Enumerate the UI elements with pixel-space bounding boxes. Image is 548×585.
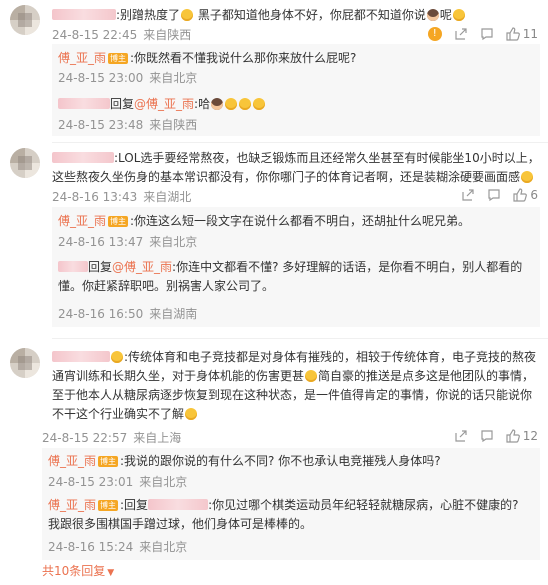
reply-item: 傅_亚_雨 博主:你连这么短一段文字在说什么都看不明白，还胡扯什么呢兄弟。	[58, 214, 471, 228]
reply-meta: 24-8-15 23:48 来自陕西	[58, 118, 198, 132]
chevron-down-icon: ▼	[107, 568, 115, 578]
comment-thread: :别蹭热度了 黑子都知道他身体不好，你屁都不知道你说呢 24-8-15 22:4…	[0, 0, 548, 142]
comment-meta: 24-8-16 13:43 来自湖北	[52, 190, 192, 204]
grin-emoji	[225, 98, 238, 110]
comment-meta: 24-8-15 22:45 来自陕西	[52, 28, 192, 42]
reply-item: 回复@傅_亚_雨:你连中文都看不懂? 多好理解的话语，是你看不明白，别人都看的懂…	[58, 260, 523, 293]
reply-meta: 24-8-16 16:50 来自湖南	[58, 307, 198, 321]
comment-button[interactable]	[480, 27, 494, 41]
share-button[interactable]	[461, 188, 475, 202]
comment-actions: 6	[449, 188, 538, 202]
avatar[interactable]	[10, 348, 40, 378]
reply-username[interactable]: 傅_亚_雨	[58, 214, 106, 228]
mention-link[interactable]: @傅_亚_雨	[112, 260, 172, 274]
comment-text: :LOL选手要经常熬夜，也缺乏锻炼而且还经常久坐甚至有时候能坐10小时以上，这些…	[52, 151, 540, 184]
reply-item: 傅_亚_雨 博主:回复:你见过哪个棋类运动员年纪轻轻就糖尿病，心脏不健康的? 我跟…	[48, 498, 519, 531]
grin-emoji	[181, 9, 194, 21]
avatar[interactable]	[10, 5, 40, 35]
fire-emoji	[111, 351, 123, 363]
like-button[interactable]: 11	[506, 27, 538, 41]
reply-username[interactable]: 傅_亚_雨	[48, 454, 96, 468]
share-icon	[455, 430, 467, 442]
blogger-badge: 博主	[98, 500, 119, 511]
comment-actions: ! 11	[416, 27, 538, 41]
username-redacted[interactable]	[52, 9, 116, 20]
blogger-badge: 博主	[98, 456, 119, 467]
thumbs-up-icon	[506, 429, 520, 443]
reply-meta: 24-8-16 13:47 来自北京	[58, 235, 198, 249]
comment-icon	[488, 189, 500, 202]
girl-emoji	[426, 9, 439, 21]
comment-thread: :传统体育和电子竞技都是对身体有摧残的，相较于传统体育，电子竞技的熬夜通宵训练和…	[0, 340, 548, 585]
reply-item: 回复@傅_亚_雨:哈	[58, 95, 534, 114]
grin-emoji	[253, 98, 266, 110]
like-button[interactable]: 6	[513, 188, 538, 202]
more-replies-link[interactable]: 共10条回复 ▼	[42, 562, 114, 579]
grin-emoji	[521, 171, 534, 183]
thumbs-up-icon	[506, 27, 520, 41]
comment-text: :传统体育和电子竞技都是对身体有摧残的，相较于传统体育，电子竞技的熬夜通宵训练和…	[52, 350, 537, 421]
reply-meta: 24-8-16 15:24 来自北京	[48, 540, 188, 554]
mention-link[interactable]: @傅_亚_雨	[134, 97, 194, 111]
grin-emoji	[452, 9, 465, 21]
like-button[interactable]: 12	[506, 429, 538, 443]
comment-button[interactable]	[480, 429, 494, 443]
reply-username[interactable]: 傅_亚_雨	[48, 498, 96, 512]
username-redacted[interactable]	[52, 152, 114, 163]
report-icon: !	[427, 27, 442, 41]
comment-thread: :LOL选手要经常熬夜，也缺乏锻炼而且还经常久坐甚至有时候能坐10小时以上，这些…	[0, 143, 548, 338]
avatar[interactable]	[10, 148, 40, 178]
blogger-badge: 博主	[108, 216, 129, 227]
smile-emoji	[305, 370, 318, 382]
comment-icon	[481, 28, 493, 41]
username-redacted[interactable]	[148, 499, 209, 510]
reply-box: 傅_亚_雨 博主:我说的跟你说的有什么不同? 你不也承认电竞摧残人身体吗? 24-…	[42, 448, 540, 560]
username-redacted[interactable]	[52, 351, 110, 362]
reply-box: 傅_亚_雨 博主:你连这么短一段文字在说什么都看不明白，还胡扯什么呢兄弟。 24-…	[52, 207, 540, 327]
comment-meta: 24-8-15 22:57 来自上海	[42, 431, 182, 445]
comment-button[interactable]	[487, 188, 501, 202]
report-button[interactable]: !	[427, 27, 442, 41]
share-button[interactable]	[454, 27, 468, 41]
share-icon	[462, 189, 474, 201]
doge-emoji	[185, 408, 198, 420]
comment-icon	[481, 430, 493, 443]
girl-emoji	[211, 98, 224, 110]
comment-text: :别蹭热度了 黑子都知道他身体不好，你屁都不知道你说呢	[52, 6, 540, 25]
username-redacted[interactable]	[58, 261, 88, 272]
divider	[52, 338, 548, 339]
share-button[interactable]	[454, 429, 468, 443]
reply-meta: 24-8-15 23:01 来自北京	[48, 475, 188, 489]
reply-meta: 24-8-15 23:00 来自北京	[58, 71, 198, 85]
username-redacted[interactable]	[58, 98, 110, 109]
comment-actions: 12	[442, 429, 538, 443]
reply-username[interactable]: 傅_亚_雨	[58, 51, 106, 65]
share-icon	[455, 28, 467, 40]
reply-item: 傅_亚_雨 博主:我说的跟你说的有什么不同? 你不也承认电竞摧残人身体吗?	[48, 454, 441, 468]
blogger-badge: 博主	[108, 53, 129, 64]
thumbs-up-icon	[513, 188, 528, 202]
reply-box: 傅_亚_雨 博主:你既然看不懂我说什么那你来放什么屁呢? 24-8-15 23:0…	[52, 44, 540, 136]
reply-item: 傅_亚_雨 博主:你既然看不懂我说什么那你来放什么屁呢?	[58, 51, 357, 65]
grin-emoji	[239, 98, 252, 110]
